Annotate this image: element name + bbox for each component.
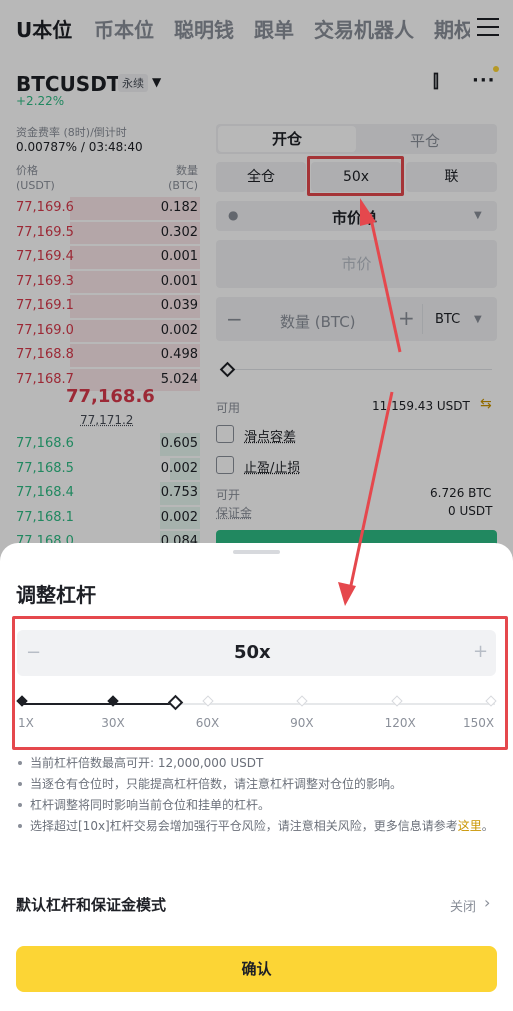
arrow-down-line (348, 391, 394, 591)
arrow-up-line (368, 213, 402, 353)
arrow-up-head (360, 198, 376, 226)
arrow-down-head (338, 582, 356, 606)
annotation-arrows (338, 198, 402, 606)
